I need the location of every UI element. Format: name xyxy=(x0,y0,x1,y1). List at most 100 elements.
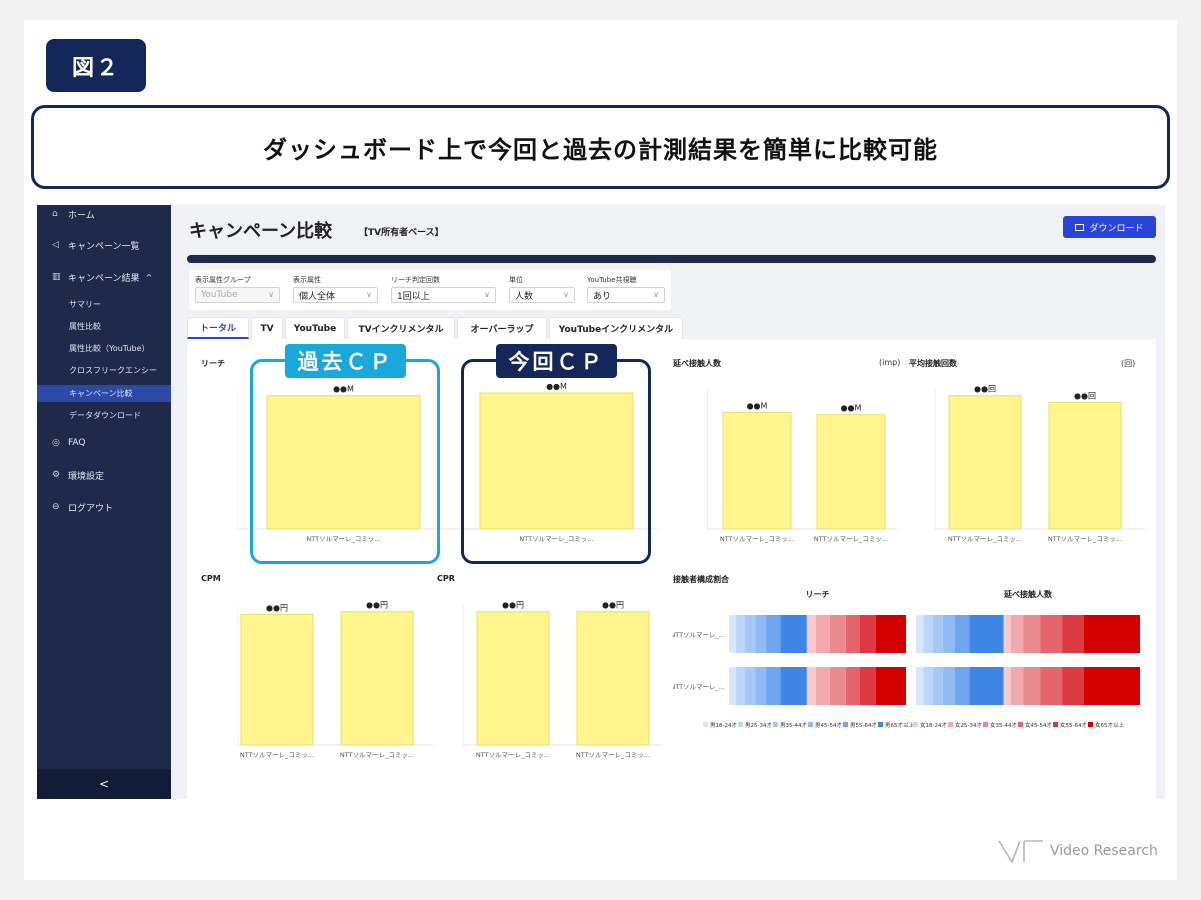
stacked-segment xyxy=(744,667,756,705)
cpr-chart: ●●円 NTTソルマーレ_コミッ... ●●円 NTTソルマーレ_コミッ... xyxy=(463,595,663,763)
bar-data-label: ●●円 xyxy=(502,601,524,610)
stacked-segment xyxy=(755,667,767,705)
legend-entry: 男35-44才 xyxy=(780,721,807,729)
select-value: 人数 xyxy=(515,291,534,302)
composition-panel-title: 延べ接触人数 xyxy=(1003,589,1053,599)
legend-entry: 男55-64才 xyxy=(850,721,877,729)
stacked-segment xyxy=(1023,615,1041,653)
legend-swatch xyxy=(913,722,918,727)
unit-select[interactable]: 人数 ∨ xyxy=(509,287,575,303)
composition-panel-title: リーチ xyxy=(806,590,830,599)
tab-total[interactable]: トータル xyxy=(187,317,249,339)
stacked-segment xyxy=(875,667,906,705)
sidebar-subitem-summary[interactable]: サマリー xyxy=(37,296,171,313)
sidebar-item-campaign-list[interactable]: ◁ キャンペーン一覧 xyxy=(37,236,171,254)
sidebar-item-logout[interactable]: ⊖ ログアウト xyxy=(37,498,171,516)
impressions-chart-unit: (imp) xyxy=(879,358,901,367)
chart-svg: ●●円 NTTソルマーレ_コミッ... ●●円 NTTソルマーレ_コミッ... xyxy=(463,601,663,759)
download-button[interactable]: ダウンロード xyxy=(1063,216,1156,238)
select-value: 1回以上 xyxy=(397,291,430,302)
x-tick-label: NTTソルマーレ_コミッ... xyxy=(1048,535,1122,543)
legend-swatch xyxy=(738,722,743,727)
legend-swatch xyxy=(808,722,813,727)
chevron-down-icon: ∨ xyxy=(563,290,569,299)
chevron-left-icon: < xyxy=(98,777,110,791)
bar-data-label: ●●円 xyxy=(266,603,288,612)
page-title: キャンペーン比較 xyxy=(189,221,333,242)
sidebar-subitem-data-download[interactable]: データダウンロード xyxy=(37,407,171,424)
legend-entry: 男25-34才 xyxy=(745,721,772,729)
stacked-segment xyxy=(1003,667,1011,705)
stacked-segment xyxy=(969,667,1004,705)
legend-entry: 女25-34才 xyxy=(955,721,982,729)
stacked-segment xyxy=(1084,615,1140,653)
tab-tv[interactable]: TV xyxy=(251,317,283,339)
sidebar-subitem-campaign-compare[interactable]: キャンペーン比較 xyxy=(37,385,171,402)
chart-icon: ▥ xyxy=(52,272,61,282)
current-cp-frame xyxy=(461,359,651,564)
sidebar-subitem-attribute-youtube[interactable]: 属性比較（YouTube） xyxy=(37,340,171,357)
tab-tv-incremental[interactable]: TVインクリメンタル xyxy=(347,317,455,339)
x-tick-label: NTTソルマーレ_コミッ... xyxy=(576,751,650,759)
home-icon: ⌂ xyxy=(52,209,58,219)
stacked-segment xyxy=(845,667,860,705)
sidebar-item-campaign-results[interactable]: ▥ キャンペーン結果 ^ xyxy=(37,268,171,286)
stacked-segment xyxy=(766,667,781,705)
impressions-chart-title: 延べ接触人数 xyxy=(673,359,721,368)
stacked-segment xyxy=(1062,615,1084,653)
chart-svg: ●●円 NTTソルマーレ_コミッ... ●●円 NTTソルマーレ_コミッ... xyxy=(237,601,433,759)
bar-data-label: ●●円 xyxy=(602,601,624,610)
composition-svg: リーチ 延べ接触人数 NTTソルマーレ_... NTTソルマーレ_... 男18-24才… xyxy=(673,589,1140,729)
sidebar-subitem-cross-frequency[interactable]: クロスフリークエンシー xyxy=(37,362,171,379)
x-tick-label: NTTソルマーレ_コミッ... xyxy=(814,535,888,543)
stacked-segment xyxy=(815,667,830,705)
video-research-logo: Video Research xyxy=(998,838,1158,864)
youtube-coview-select[interactable]: あり ∨ xyxy=(587,287,665,303)
bar-data-label: ●●M xyxy=(747,401,768,410)
sidebar-subitem-attribute[interactable]: 属性比較 xyxy=(37,318,171,335)
stacked-segment xyxy=(845,615,860,653)
x-tick-label: NTTソルマーレ_コミッ... xyxy=(720,535,794,543)
bar xyxy=(948,395,1022,530)
caret-up-icon: ^ xyxy=(145,272,153,282)
sidebar-item-label: キャンペーン結果 xyxy=(68,273,140,284)
filter-label: YouTube共視聴 xyxy=(587,276,637,284)
tab-overlap[interactable]: オーバーラップ xyxy=(457,317,547,339)
sidebar-item-label: ホーム xyxy=(68,210,95,221)
current-cp-label: 今回ＣＰ xyxy=(496,344,617,378)
stacked-segment xyxy=(1084,667,1140,705)
stacked-segment xyxy=(923,615,934,653)
sidebar: ⌂ ホーム ◁ キャンペーン一覧 ▥ キャンペーン結果 ^ サマリー 属性比較 … xyxy=(37,205,171,799)
stacked-segment xyxy=(954,615,970,653)
stacked-segment xyxy=(859,667,876,705)
legend-swatch xyxy=(948,722,953,727)
stacked-segment xyxy=(829,667,846,705)
impressions-chart: ●●M NTTソルマーレ_コミッ... ●●M NTTソルマーレ_コミッ... xyxy=(707,379,897,547)
stacked-segment xyxy=(729,667,737,705)
attribute-group-select[interactable]: YouTube ∨ xyxy=(195,287,280,303)
bar xyxy=(722,411,792,530)
composition-chart: リーチ 延べ接触人数 NTTソルマーレ_... NTTソルマーレ_... 男18-24才… xyxy=(673,587,1143,737)
sidebar-item-faq[interactable]: ◎ FAQ xyxy=(37,434,171,452)
past-cp-label: 過去ＣＰ xyxy=(285,344,406,378)
reach-count-select[interactable]: 1回以上 ∨ xyxy=(391,287,496,303)
tab-youtube-incremental[interactable]: YouTubeインクリメンタル xyxy=(549,317,683,339)
stacked-segment xyxy=(916,615,924,653)
tab-youtube[interactable]: YouTube xyxy=(285,317,345,339)
attribute-select[interactable]: 個人全体 ∨ xyxy=(293,287,378,303)
stacked-segment xyxy=(736,615,745,653)
legend-swatch xyxy=(703,722,708,727)
stacked-segment xyxy=(923,667,934,705)
sidebar-item-settings[interactable]: ⚙ 環境設定 xyxy=(37,466,171,484)
sidebar-collapse-button[interactable]: < xyxy=(37,769,171,799)
cpm-chart-title: CPM xyxy=(201,574,221,583)
stacked-segment xyxy=(1062,667,1084,705)
frequency-chart: ●●回 NTTソルマーレ_コミッ... ●●回 NTTソルマーレ_コミッ... xyxy=(935,379,1145,547)
page-subtitle: 【TV所有者ベース】 xyxy=(359,228,444,238)
sidebar-item-home[interactable]: ⌂ ホーム xyxy=(37,205,171,223)
composition-row-label: NTTソルマーレ_... xyxy=(673,683,725,691)
filter-bar: 表示属性グループ YouTube ∨ 表示属性 個人全体 ∨ リーチ判定回数 1回以… xyxy=(189,270,671,310)
bar-data-label: ●●回 xyxy=(1074,391,1096,400)
bar xyxy=(576,611,650,746)
stacked-segment xyxy=(729,615,737,653)
